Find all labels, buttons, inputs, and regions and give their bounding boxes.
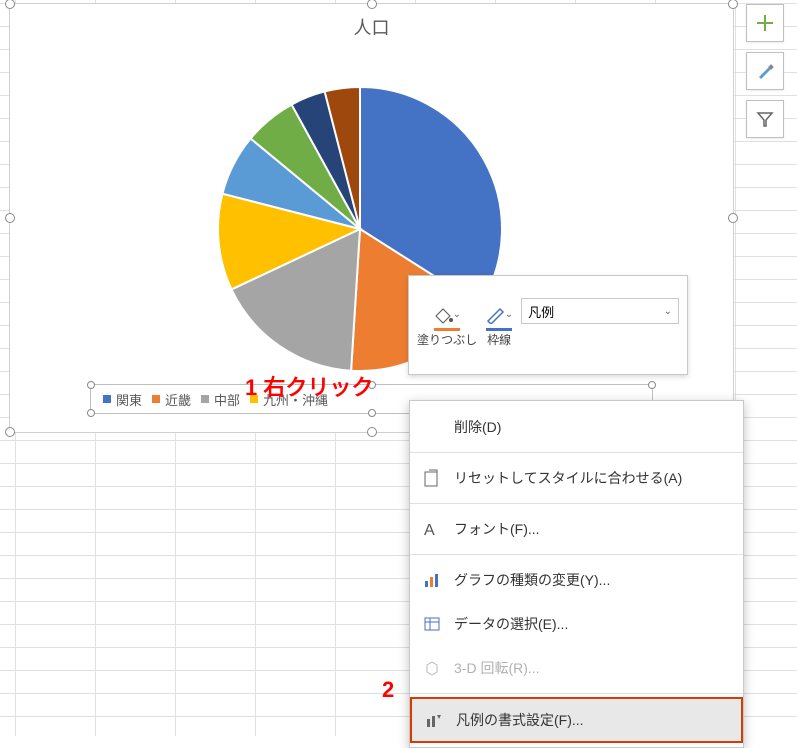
format-icon	[424, 710, 444, 730]
3d-icon	[422, 658, 442, 678]
context-menu-label: グラフの種類の変更(Y)...	[454, 570, 610, 590]
context-menu-label: フォント(F)...	[454, 519, 540, 539]
svg-text:A: A	[424, 522, 435, 538]
legend-swatch	[152, 395, 160, 403]
legend-swatch	[201, 395, 209, 403]
context-menu-item[interactable]: リセットしてスタイルに合わせる(A)	[410, 456, 743, 500]
handle-e[interactable]	[728, 213, 738, 223]
legend-item[interactable]: 中部	[201, 390, 240, 409]
context-menu-item: 3-D 回転(R)...	[410, 646, 743, 690]
handle-n[interactable]	[367, 0, 377, 9]
context-menu-item[interactable]: グラフの種類の変更(Y)...	[410, 558, 743, 602]
context-menu-item[interactable]: A フォント(F)...	[410, 507, 743, 551]
context-menu-label: リセットしてスタイルに合わせる(A)	[454, 468, 682, 488]
blank-icon	[422, 417, 442, 437]
chart-styles-button[interactable]	[746, 52, 784, 90]
legend-item[interactable]: 関東	[103, 390, 142, 409]
chart-element-select[interactable]: 凡例 ⌄	[521, 298, 679, 324]
legend-item[interactable]: 近畿	[152, 390, 191, 409]
select-value: 凡例	[528, 302, 554, 321]
mini-toolbar: ⌄ 塗りつぶし ⌄ 枠線 凡例 ⌄	[408, 275, 688, 375]
context-menu-label: 削除(D)	[454, 417, 501, 437]
chart-icon	[422, 570, 442, 590]
legend-label: 近畿	[165, 390, 191, 409]
context-menu-label: 凡例の書式設定(F)...	[456, 710, 584, 730]
handle-nw[interactable]	[5, 0, 15, 9]
plus-icon	[755, 13, 775, 33]
annotation-2: 2	[382, 677, 394, 703]
fill-label: 塗りつぶし	[417, 331, 477, 348]
funnel-icon	[755, 109, 775, 129]
outline-label: 枠線	[487, 331, 511, 348]
chart-side-buttons	[746, 4, 784, 138]
context-menu-item[interactable]: 凡例の書式設定(F)...	[410, 697, 743, 743]
data-icon	[422, 614, 442, 634]
outline-button[interactable]: ⌄ 枠線	[485, 303, 513, 348]
pen-icon	[485, 306, 505, 324]
font-icon: A	[422, 519, 442, 539]
context-menu-item[interactable]: データの選択(E)...	[410, 602, 743, 646]
paint-bucket-icon	[433, 306, 453, 324]
legend-swatch	[103, 395, 111, 403]
legend-label: 中部	[214, 390, 240, 409]
legend-label: 関東	[116, 390, 142, 409]
fill-button[interactable]: ⌄ 塗りつぶし	[417, 303, 477, 348]
annotation-1: 1 右クリック	[245, 370, 373, 402]
chevron-down-icon: ⌄	[505, 309, 513, 320]
context-menu-item[interactable]: 削除(D)	[410, 405, 743, 449]
context-menu-label: 3-D 回転(R)...	[454, 658, 540, 678]
chart-elements-button[interactable]	[746, 4, 784, 42]
context-menu: 削除(D) リセットしてスタイルに合わせる(A) A フォント(F)... グラフの種類…	[409, 400, 744, 748]
chevron-down-icon: ⌄	[453, 309, 461, 320]
handle-w[interactable]	[5, 213, 15, 223]
chart-title[interactable]: 人口	[10, 14, 733, 40]
handle-s[interactable]	[367, 427, 377, 437]
chevron-down-icon: ⌄	[664, 306, 672, 317]
handle-sw[interactable]	[5, 427, 15, 437]
reset-icon	[422, 468, 442, 488]
brush-icon	[755, 61, 775, 81]
chart-filter-button[interactable]	[746, 100, 784, 138]
context-menu-label: データの選択(E)...	[454, 614, 568, 634]
